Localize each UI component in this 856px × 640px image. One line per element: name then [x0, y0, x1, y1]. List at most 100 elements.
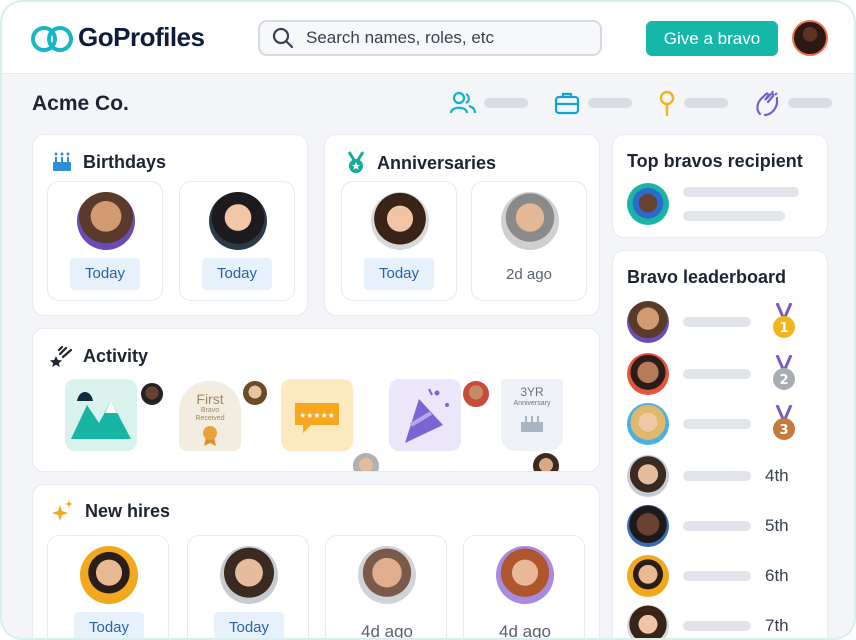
ribbon-medal-icon — [203, 426, 217, 446]
activity-tile-review[interactable]: ★★★★★ — [281, 379, 353, 451]
status-text: 4d ago — [361, 622, 413, 640]
anniversaries-card: Anniversaries Today 2d ago — [324, 134, 600, 316]
stat-locations[interactable] — [658, 90, 728, 116]
svg-text:★★★★★: ★★★★★ — [299, 411, 335, 420]
avatar — [209, 192, 267, 250]
anniversary-person[interactable]: 2d ago — [471, 181, 587, 301]
activity-card: Activity First Bravo Received ★★★★★ 3YR … — [32, 328, 600, 472]
silver-medal-icon: 2 — [773, 355, 795, 390]
medal-number: 3 — [779, 423, 788, 438]
avatar[interactable] — [627, 505, 669, 547]
top-bar: GoProfiles Give a bravo — [2, 2, 854, 74]
avatar — [351, 451, 381, 471]
badge-first-text: First — [196, 391, 224, 407]
new-hire-person[interactable]: 4d ago — [463, 535, 585, 640]
name-placeholder — [683, 521, 751, 531]
avatar — [531, 451, 561, 471]
avatar — [77, 192, 135, 250]
medal-number: 1 — [779, 321, 788, 336]
mountain-icon — [71, 392, 131, 439]
avatar — [220, 546, 278, 604]
status-text: 2d ago — [506, 266, 552, 283]
status-badge: Today — [364, 258, 434, 290]
birthdays-title: Birthdays — [83, 151, 167, 172]
avatar — [496, 546, 554, 604]
search-box[interactable] — [258, 20, 602, 56]
birthdays-header: Birthdays — [51, 151, 166, 173]
app-frame: GoProfiles Give a bravo Acme Co. — [0, 0, 856, 640]
search-input[interactable] — [306, 28, 576, 48]
name-placeholder — [683, 369, 751, 379]
status-badge: Today — [70, 258, 140, 290]
party-popper-icon — [405, 388, 449, 443]
org-name: Acme Co. — [32, 92, 129, 115]
rank-label: 6th — [765, 566, 789, 585]
people-icon — [450, 91, 476, 114]
status-badge: Today — [214, 612, 284, 638]
gold-medal-icon: 1 — [773, 303, 795, 338]
name-placeholder — [683, 187, 799, 197]
detail-placeholder — [683, 211, 785, 221]
activity-tile-anniversary[interactable]: 3YR Anniversary — [501, 379, 563, 451]
clapping-hands-icon — [756, 90, 779, 116]
new-hire-person[interactable]: 4d ago — [325, 535, 447, 640]
new-hire-person[interactable]: Today — [187, 535, 309, 638]
stat-bravos[interactable] — [754, 90, 832, 116]
status-badge: Today — [202, 258, 272, 290]
search-icon — [272, 27, 294, 49]
new-hires-title: New hires — [85, 500, 171, 521]
medal-number: 2 — [779, 373, 788, 388]
new-hires-card: New hires Today Today 4d ago 4d ago — [32, 484, 600, 640]
name-placeholder — [683, 471, 751, 481]
avatar — [80, 546, 138, 604]
logo[interactable]: GoProfiles — [30, 22, 205, 53]
activity-header: Activity — [49, 345, 148, 367]
avatar[interactable] — [627, 403, 669, 445]
anniversaries-header: Anniversaries — [345, 151, 496, 175]
birthday-person[interactable]: Today — [179, 181, 295, 301]
avatar — [139, 381, 165, 407]
badge-first-subtext: Bravo Received — [195, 407, 225, 422]
leaderboard-card: Bravo leaderboard 1 2 3 4th 5th 6th 7th — [612, 250, 828, 638]
status-text: 4d ago — [499, 622, 551, 640]
new-hires-header: New hires — [51, 499, 170, 523]
org-stats — [450, 90, 854, 116]
stat-roles[interactable] — [554, 91, 632, 115]
briefcase-icon — [554, 92, 580, 115]
shooting-star-icon — [50, 345, 73, 367]
location-pin-icon — [659, 90, 675, 116]
user-avatar[interactable] — [792, 20, 828, 56]
birthday-person[interactable]: Today — [47, 181, 163, 301]
star-rating-icon: ★★★★★ — [295, 403, 339, 433]
give-bravo-button[interactable]: Give a bravo — [646, 21, 778, 56]
avatar[interactable] — [627, 183, 669, 225]
stat-placeholder — [684, 98, 728, 108]
avatar[interactable] — [627, 353, 669, 395]
birthdays-card: Birthdays Today Today — [32, 134, 308, 316]
avatar[interactable] — [627, 301, 669, 343]
rank-label: 7th — [765, 616, 789, 635]
avatar[interactable] — [627, 605, 669, 638]
leaderboard-title: Bravo leaderboard — [627, 267, 787, 287]
status-badge: Today — [74, 612, 144, 638]
new-hire-person[interactable]: Today — [47, 535, 169, 638]
rank-label: 4th — [765, 466, 789, 485]
activity-title: Activity — [83, 345, 149, 366]
stat-people[interactable] — [450, 91, 528, 115]
cake-icon — [53, 152, 71, 171]
anniversary-person[interactable]: Today — [341, 181, 457, 301]
stat-placeholder — [484, 98, 528, 108]
logo-icon — [31, 25, 73, 52]
avatar[interactable] — [627, 555, 669, 597]
badge-anniversary-text: Anniversary — [513, 400, 551, 407]
activity-tile-first-bravo[interactable]: First Bravo Received — [179, 381, 241, 451]
avatar — [358, 546, 416, 604]
avatar — [371, 192, 429, 250]
activity-tile-celebration[interactable] — [389, 379, 461, 451]
name-placeholder — [683, 317, 751, 327]
activity-tile-mountain[interactable] — [65, 379, 137, 451]
avatar[interactable] — [627, 455, 669, 497]
cake-icon — [521, 416, 543, 432]
name-placeholder — [683, 419, 751, 429]
name-placeholder — [683, 571, 751, 581]
